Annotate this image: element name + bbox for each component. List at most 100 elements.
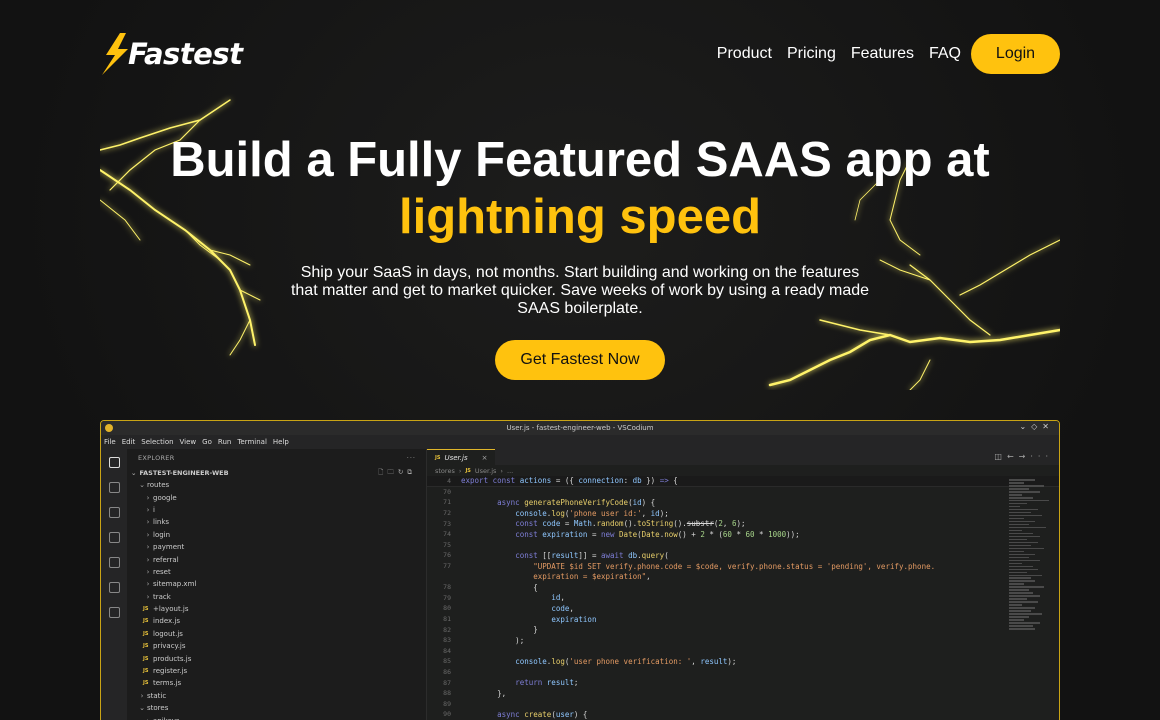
code-content[interactable]: 4 export const actions = ({ connection: d… xyxy=(427,476,1059,720)
tree-item[interactable]: JS terms.js xyxy=(127,677,426,689)
code-line: 76 const [[result]] = await db.query( xyxy=(427,550,1059,561)
tree-item[interactable]: › static xyxy=(127,690,426,702)
login-button[interactable]: Login xyxy=(971,34,1060,74)
run-debug-icon[interactable] xyxy=(108,532,120,543)
tree-item-label: sitemap.xml xyxy=(153,580,197,589)
js-file-icon: JS xyxy=(435,454,441,461)
line-number: 78 xyxy=(443,583,451,592)
code-text: async generatePhoneVerifyCode(id) { xyxy=(497,497,656,507)
tree-item[interactable]: › track xyxy=(127,591,426,603)
tree-item[interactable]: › referral xyxy=(127,553,426,565)
vscodium-icon xyxy=(105,424,113,432)
tree-item[interactable]: JS products.js xyxy=(127,652,426,664)
project-name: FASTEST-ENGINEER-WEB xyxy=(139,469,229,477)
chevron-down-icon: ⌄ xyxy=(139,481,145,490)
line-number: 77 xyxy=(443,562,451,571)
line-number: 81 xyxy=(443,615,451,624)
code-text: console.log('user phone verification: ',… xyxy=(515,656,737,666)
nav-faq[interactable]: FAQ xyxy=(929,45,961,63)
line-number: 4 xyxy=(447,476,451,485)
js-file-icon: JS xyxy=(143,618,149,625)
tree-item[interactable]: JS index.js xyxy=(127,615,426,627)
main-nav: Product Pricing Features FAQ Login xyxy=(702,34,1060,74)
tree-item-label: track xyxy=(153,592,171,601)
database-icon[interactable] xyxy=(108,607,120,618)
breadcrumb-more[interactable]: ... xyxy=(507,467,513,475)
menu-edit[interactable]: Edit xyxy=(122,438,136,446)
nav-features[interactable]: Features xyxy=(851,45,914,63)
files-icon[interactable] xyxy=(108,457,120,468)
source-control-icon[interactable] xyxy=(108,507,120,518)
code-text: const code = Math.random().toString().su… xyxy=(515,519,746,529)
menu-help[interactable]: Help xyxy=(273,438,289,446)
code-text: return result; xyxy=(515,678,579,688)
more-actions-icon[interactable]: ··· xyxy=(407,454,416,462)
code-text: ); xyxy=(461,635,525,645)
line-number: 88 xyxy=(443,689,451,698)
tree-item-label: stores xyxy=(147,704,169,713)
tab-user-js[interactable]: JS User.js × xyxy=(427,449,496,465)
extensions-icon[interactable] xyxy=(108,557,120,568)
tree-item[interactable]: ⌄ routes xyxy=(127,479,426,491)
js-file-icon: JS xyxy=(143,630,149,637)
tree-item-label: index.js xyxy=(153,617,180,626)
tree-item[interactable]: ⌄ stores xyxy=(127,702,426,714)
brand-name: Fastest xyxy=(128,37,243,71)
hero-title: Build a Fully Featured SAAS app at light… xyxy=(0,132,1160,246)
get-fastest-button[interactable]: Get Fastest Now xyxy=(495,340,665,380)
nav-pricing[interactable]: Pricing xyxy=(787,45,836,63)
tree-item-label: products.js xyxy=(153,654,192,663)
js-file-icon: JS xyxy=(143,668,149,675)
tree-item-label: static xyxy=(147,691,167,700)
editor-actions-icon[interactable]: ◫←→··· xyxy=(994,452,1053,461)
explorer-toolbar-icons[interactable]: 🗋🗀↻⧉ xyxy=(378,468,416,479)
code-text: code, xyxy=(551,603,574,613)
tree-item[interactable]: ›apikeys xyxy=(127,714,426,720)
close-tab-icon[interactable]: × xyxy=(482,454,488,462)
search-icon[interactable] xyxy=(108,482,120,493)
code-text: }, xyxy=(461,688,507,698)
menu-terminal[interactable]: Terminal xyxy=(237,438,267,446)
tree-item[interactable]: › payment xyxy=(127,541,426,553)
tree-item[interactable]: › i xyxy=(127,504,426,516)
code-text: expiration xyxy=(551,614,597,624)
tree-item[interactable]: › login xyxy=(127,529,426,541)
tree-item[interactable]: JS +layout.js xyxy=(127,603,426,615)
breadcrumb-folder[interactable]: stores xyxy=(435,467,455,475)
code-line: 83 ); xyxy=(427,635,1059,646)
menu-view[interactable]: View xyxy=(180,438,197,446)
tree-item-label: google xyxy=(153,493,177,502)
window-controls-icon: ⌄◇✕ xyxy=(1019,422,1054,431)
nav-product[interactable]: Product xyxy=(717,45,772,63)
breadcrumb: stores › JS User.js › ... xyxy=(435,466,514,475)
tree-item[interactable]: JS privacy.js xyxy=(127,640,426,652)
editor-window-title: User.js - fastest-engineer-web - VSCodiu… xyxy=(506,424,654,432)
tree-item[interactable]: JS register.js xyxy=(127,665,426,677)
menu-go[interactable]: Go xyxy=(202,438,212,446)
code-line: 87 return result; xyxy=(427,677,1059,688)
menu-run[interactable]: Run xyxy=(218,438,231,446)
tree-item[interactable]: › links xyxy=(127,516,426,528)
breadcrumb-file[interactable]: User.js xyxy=(475,467,496,475)
testing-icon[interactable] xyxy=(108,582,120,593)
minimap[interactable] xyxy=(1009,479,1053,669)
menu-file[interactable]: File xyxy=(104,438,116,446)
code-line: 77 "UPDATE $id SET verify.phone.code = $… xyxy=(427,561,1059,572)
tree-item[interactable]: › google xyxy=(127,491,426,503)
tree-item-label: referral xyxy=(153,555,179,564)
line-number: 75 xyxy=(443,540,451,549)
code-text: const [[result]] = await db.query( xyxy=(515,550,669,560)
code-text: console.log('phone user id:', id); xyxy=(515,508,669,518)
sticky-scroll-line: 4 export const actions = ({ connection: d… xyxy=(427,476,1059,487)
explorer-label: EXPLORER xyxy=(138,454,175,462)
tree-item[interactable]: › sitemap.xml xyxy=(127,578,426,590)
project-root[interactable]: ⌄ FASTEST-ENGINEER-WEB 🗋🗀↻⧉ xyxy=(127,467,426,479)
brand-logo[interactable]: Fastest xyxy=(100,32,243,76)
tree-item[interactable]: JS logout.js xyxy=(127,628,426,640)
code-line: 85 console.log('user phone verification:… xyxy=(427,656,1059,667)
tree-item-label: terms.js xyxy=(153,679,182,688)
hero-subtitle: Ship your SaaS in days, not months. Star… xyxy=(290,264,870,317)
code-line: 82 } xyxy=(427,624,1059,635)
tree-item[interactable]: › reset xyxy=(127,566,426,578)
menu-selection[interactable]: Selection xyxy=(141,438,173,446)
